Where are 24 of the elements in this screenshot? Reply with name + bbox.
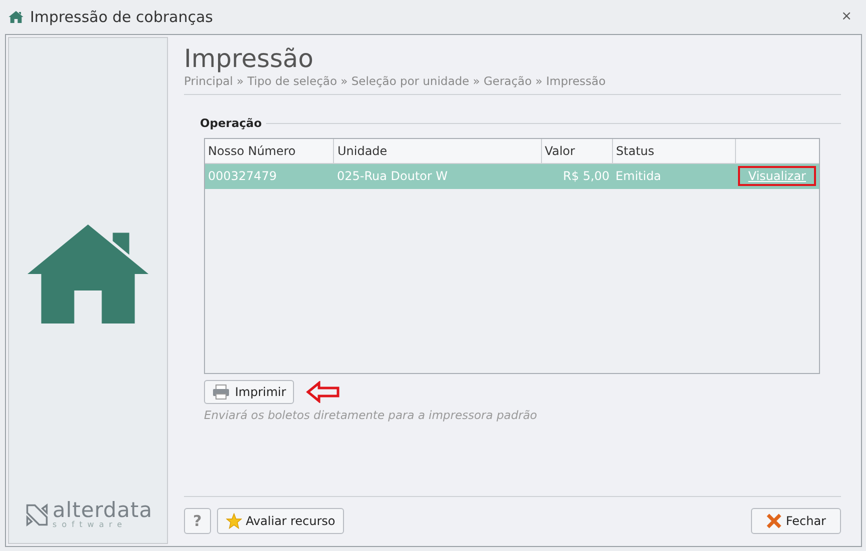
column-header: Status (612, 139, 736, 164)
logo-tagline: software (52, 521, 128, 529)
column-header: Nosso Número (205, 139, 334, 164)
star-icon (226, 513, 242, 529)
table-cell: Emitida (612, 164, 736, 188)
printer-icon (212, 384, 230, 400)
home-icon (8, 9, 24, 25)
table-cell: R$ 5,00 (541, 164, 613, 188)
column-header: Unidade (334, 139, 542, 164)
table-cell: 025-Rua Doutor W (334, 164, 542, 188)
section-title: Operação (200, 114, 262, 132)
table-cell: 000327479 (205, 164, 334, 188)
print-button[interactable]: Imprimir (204, 380, 294, 404)
logo-icon (24, 502, 50, 528)
hint-text: Enviará os boletos diretamente para a impressora padrão (204, 407, 538, 424)
column-header: Valor (541, 139, 613, 164)
breadcrumb: Principal » Tipo de seleção » Seleção por unidade » Geração » Impressão (184, 72, 841, 95)
close-button[interactable]: ⨯ (835, 6, 858, 28)
rate-button[interactable]: Avaliar recurso (216, 508, 344, 534)
logo-text: alterdata (52, 500, 152, 521)
close-icon (766, 513, 782, 529)
window-title: Impressão de cobranças (30, 6, 213, 28)
close-button[interactable]: Fechar (750, 508, 841, 534)
page-title: Impressão (184, 45, 314, 72)
